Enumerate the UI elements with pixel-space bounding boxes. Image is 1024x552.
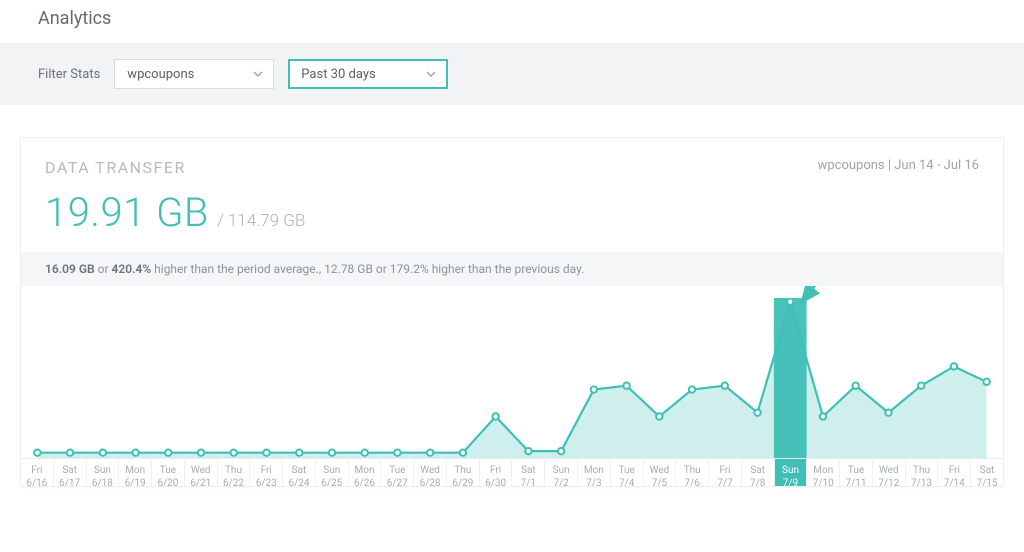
x-tick[interactable]: Sat7/1 bbox=[511, 459, 544, 486]
filter-label: Filter Stats bbox=[38, 67, 100, 82]
x-tick[interactable]: Sat7/8 bbox=[741, 459, 774, 486]
chevron-down-icon bbox=[426, 71, 436, 77]
x-tick[interactable]: Fri7/14 bbox=[937, 459, 970, 486]
x-tick[interactable]: Wed7/5 bbox=[643, 459, 676, 486]
x-tick[interactable]: Mon6/19 bbox=[118, 459, 151, 486]
x-tick[interactable]: Fri6/23 bbox=[249, 459, 282, 486]
x-tick[interactable]: Thu6/22 bbox=[217, 459, 250, 486]
range-select-value: Past 30 days bbox=[301, 67, 375, 82]
x-tick[interactable]: Sat6/17 bbox=[53, 459, 86, 486]
x-tick[interactable]: Tue6/20 bbox=[151, 459, 184, 486]
metric-main: 19.91 GB bbox=[45, 189, 209, 236]
context-pct: 420.4% bbox=[112, 262, 152, 276]
x-tick[interactable]: Sun7/9 bbox=[774, 459, 807, 486]
panel-title: DATA TRANSFER bbox=[45, 158, 186, 177]
page-title: Analytics bbox=[0, 0, 1024, 43]
x-tick[interactable]: Tue7/11 bbox=[839, 459, 872, 486]
site-select[interactable]: wpcoupons bbox=[114, 59, 274, 89]
context-mid: or bbox=[95, 262, 112, 276]
context-lead: 16.09 GB bbox=[45, 262, 95, 276]
x-tick[interactable]: Wed6/28 bbox=[413, 459, 446, 486]
x-tick[interactable]: Thu7/6 bbox=[675, 459, 708, 486]
x-tick[interactable]: Tue7/4 bbox=[610, 459, 643, 486]
x-tick[interactable]: Fri6/16 bbox=[21, 459, 53, 486]
context-tail: higher than the period average., 12.78 G… bbox=[151, 262, 584, 276]
metric-sub: / 114.79 GB bbox=[217, 211, 305, 231]
x-tick[interactable]: Tue6/27 bbox=[380, 459, 413, 486]
chevron-down-icon bbox=[253, 71, 263, 77]
x-tick[interactable]: Fri7/7 bbox=[708, 459, 741, 486]
x-tick[interactable]: Thu7/13 bbox=[905, 459, 938, 486]
x-tick[interactable]: Wed6/21 bbox=[184, 459, 217, 486]
x-tick[interactable]: Mon6/26 bbox=[348, 459, 381, 486]
x-tick[interactable]: Mon7/3 bbox=[577, 459, 610, 486]
x-tick[interactable]: Fri6/30 bbox=[479, 459, 512, 486]
chart-svg[interactable] bbox=[21, 298, 1003, 458]
x-tick[interactable]: Sun6/18 bbox=[86, 459, 119, 486]
x-tick[interactable]: Sun7/2 bbox=[544, 459, 577, 486]
x-tick[interactable]: Mon7/10 bbox=[806, 459, 839, 486]
chart-area: Fri6/16Sat6/17Sun6/18Mon6/19Tue6/20Wed6/… bbox=[21, 286, 1003, 486]
x-axis: Fri6/16Sat6/17Sun6/18Mon6/19Tue6/20Wed6/… bbox=[21, 458, 1003, 486]
context-bar: 16.09 GB or 420.4% higher than the perio… bbox=[21, 252, 1003, 286]
x-tick[interactable]: Sat7/15 bbox=[970, 459, 1003, 486]
site-select-value: wpcoupons bbox=[127, 67, 194, 82]
panel-meta: wpcoupons | Jun 14 - Jul 16 bbox=[818, 158, 979, 173]
x-tick[interactable]: Sun6/25 bbox=[315, 459, 348, 486]
range-select[interactable]: Past 30 days bbox=[288, 59, 448, 89]
x-tick[interactable]: Wed7/12 bbox=[872, 459, 905, 486]
data-transfer-panel: DATA TRANSFER wpcoupons | Jun 14 - Jul 1… bbox=[20, 137, 1004, 487]
x-tick[interactable]: Sat6/24 bbox=[282, 459, 315, 486]
x-tick[interactable]: Thu6/29 bbox=[446, 459, 479, 486]
filter-bar: Filter Stats wpcoupons Past 30 days bbox=[0, 43, 1024, 105]
